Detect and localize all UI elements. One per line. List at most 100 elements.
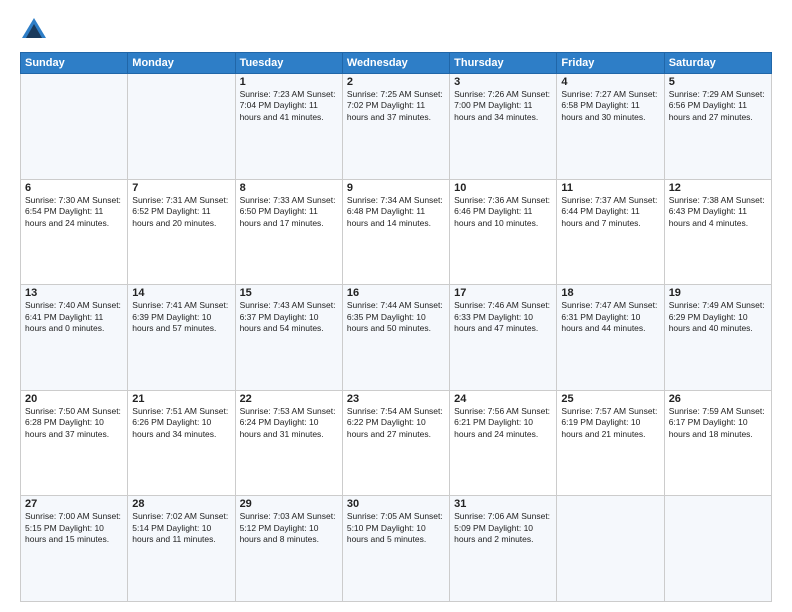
day-number: 10 <box>454 182 552 194</box>
day-number: 22 <box>240 393 338 405</box>
day-info: Sunrise: 7:02 AM Sunset: 5:14 PM Dayligh… <box>132 511 230 545</box>
day-number: 25 <box>561 393 659 405</box>
day-cell: 29Sunrise: 7:03 AM Sunset: 5:12 PM Dayli… <box>235 496 342 602</box>
day-number: 14 <box>132 287 230 299</box>
day-number: 26 <box>669 393 767 405</box>
day-cell: 21Sunrise: 7:51 AM Sunset: 6:26 PM Dayli… <box>128 390 235 496</box>
day-info: Sunrise: 7:38 AM Sunset: 6:43 PM Dayligh… <box>669 195 767 229</box>
day-info: Sunrise: 7:47 AM Sunset: 6:31 PM Dayligh… <box>561 300 659 334</box>
week-row-5: 27Sunrise: 7:00 AM Sunset: 5:15 PM Dayli… <box>21 496 772 602</box>
day-number: 18 <box>561 287 659 299</box>
day-info: Sunrise: 7:59 AM Sunset: 6:17 PM Dayligh… <box>669 406 767 440</box>
day-header-wednesday: Wednesday <box>342 53 449 74</box>
day-cell: 16Sunrise: 7:44 AM Sunset: 6:35 PM Dayli… <box>342 285 449 391</box>
day-cell: 22Sunrise: 7:53 AM Sunset: 6:24 PM Dayli… <box>235 390 342 496</box>
header <box>20 16 772 44</box>
day-cell: 15Sunrise: 7:43 AM Sunset: 6:37 PM Dayli… <box>235 285 342 391</box>
day-number: 15 <box>240 287 338 299</box>
day-header-saturday: Saturday <box>664 53 771 74</box>
day-cell: 12Sunrise: 7:38 AM Sunset: 6:43 PM Dayli… <box>664 179 771 285</box>
week-row-2: 6Sunrise: 7:30 AM Sunset: 6:54 PM Daylig… <box>21 179 772 285</box>
day-cell: 7Sunrise: 7:31 AM Sunset: 6:52 PM Daylig… <box>128 179 235 285</box>
day-cell: 8Sunrise: 7:33 AM Sunset: 6:50 PM Daylig… <box>235 179 342 285</box>
day-cell <box>21 74 128 180</box>
day-info: Sunrise: 7:34 AM Sunset: 6:48 PM Dayligh… <box>347 195 445 229</box>
day-cell: 1Sunrise: 7:23 AM Sunset: 7:04 PM Daylig… <box>235 74 342 180</box>
day-cell: 2Sunrise: 7:25 AM Sunset: 7:02 PM Daylig… <box>342 74 449 180</box>
day-info: Sunrise: 7:49 AM Sunset: 6:29 PM Dayligh… <box>669 300 767 334</box>
day-cell <box>557 496 664 602</box>
day-cell: 24Sunrise: 7:56 AM Sunset: 6:21 PM Dayli… <box>450 390 557 496</box>
day-cell: 6Sunrise: 7:30 AM Sunset: 6:54 PM Daylig… <box>21 179 128 285</box>
day-info: Sunrise: 7:46 AM Sunset: 6:33 PM Dayligh… <box>454 300 552 334</box>
day-info: Sunrise: 7:54 AM Sunset: 6:22 PM Dayligh… <box>347 406 445 440</box>
day-number: 1 <box>240 76 338 88</box>
day-number: 19 <box>669 287 767 299</box>
day-number: 28 <box>132 498 230 510</box>
day-info: Sunrise: 7:00 AM Sunset: 5:15 PM Dayligh… <box>25 511 123 545</box>
day-info: Sunrise: 7:53 AM Sunset: 6:24 PM Dayligh… <box>240 406 338 440</box>
logo-icon <box>20 16 48 44</box>
day-header-tuesday: Tuesday <box>235 53 342 74</box>
day-number: 3 <box>454 76 552 88</box>
calendar-header-row: SundayMondayTuesdayWednesdayThursdayFrid… <box>21 53 772 74</box>
day-info: Sunrise: 7:57 AM Sunset: 6:19 PM Dayligh… <box>561 406 659 440</box>
day-number: 8 <box>240 182 338 194</box>
day-header-monday: Monday <box>128 53 235 74</box>
day-info: Sunrise: 7:56 AM Sunset: 6:21 PM Dayligh… <box>454 406 552 440</box>
day-cell: 31Sunrise: 7:06 AM Sunset: 5:09 PM Dayli… <box>450 496 557 602</box>
day-cell: 19Sunrise: 7:49 AM Sunset: 6:29 PM Dayli… <box>664 285 771 391</box>
day-number: 5 <box>669 76 767 88</box>
week-row-4: 20Sunrise: 7:50 AM Sunset: 6:28 PM Dayli… <box>21 390 772 496</box>
day-number: 31 <box>454 498 552 510</box>
day-number: 6 <box>25 182 123 194</box>
day-number: 29 <box>240 498 338 510</box>
day-info: Sunrise: 7:33 AM Sunset: 6:50 PM Dayligh… <box>240 195 338 229</box>
day-header-thursday: Thursday <box>450 53 557 74</box>
day-info: Sunrise: 7:29 AM Sunset: 6:56 PM Dayligh… <box>669 89 767 123</box>
day-header-friday: Friday <box>557 53 664 74</box>
day-info: Sunrise: 7:41 AM Sunset: 6:39 PM Dayligh… <box>132 300 230 334</box>
day-number: 30 <box>347 498 445 510</box>
day-number: 13 <box>25 287 123 299</box>
day-number: 12 <box>669 182 767 194</box>
logo <box>20 16 48 44</box>
day-cell: 17Sunrise: 7:46 AM Sunset: 6:33 PM Dayli… <box>450 285 557 391</box>
day-info: Sunrise: 7:27 AM Sunset: 6:58 PM Dayligh… <box>561 89 659 123</box>
day-number: 4 <box>561 76 659 88</box>
day-info: Sunrise: 7:30 AM Sunset: 6:54 PM Dayligh… <box>25 195 123 229</box>
day-cell: 20Sunrise: 7:50 AM Sunset: 6:28 PM Dayli… <box>21 390 128 496</box>
day-info: Sunrise: 7:25 AM Sunset: 7:02 PM Dayligh… <box>347 89 445 123</box>
day-cell: 9Sunrise: 7:34 AM Sunset: 6:48 PM Daylig… <box>342 179 449 285</box>
day-cell <box>128 74 235 180</box>
day-info: Sunrise: 7:06 AM Sunset: 5:09 PM Dayligh… <box>454 511 552 545</box>
day-number: 17 <box>454 287 552 299</box>
day-number: 9 <box>347 182 445 194</box>
day-info: Sunrise: 7:40 AM Sunset: 6:41 PM Dayligh… <box>25 300 123 334</box>
day-info: Sunrise: 7:43 AM Sunset: 6:37 PM Dayligh… <box>240 300 338 334</box>
day-number: 7 <box>132 182 230 194</box>
week-row-3: 13Sunrise: 7:40 AM Sunset: 6:41 PM Dayli… <box>21 285 772 391</box>
day-cell: 5Sunrise: 7:29 AM Sunset: 6:56 PM Daylig… <box>664 74 771 180</box>
day-number: 2 <box>347 76 445 88</box>
day-info: Sunrise: 7:50 AM Sunset: 6:28 PM Dayligh… <box>25 406 123 440</box>
week-row-1: 1Sunrise: 7:23 AM Sunset: 7:04 PM Daylig… <box>21 74 772 180</box>
day-info: Sunrise: 7:05 AM Sunset: 5:10 PM Dayligh… <box>347 511 445 545</box>
day-cell: 28Sunrise: 7:02 AM Sunset: 5:14 PM Dayli… <box>128 496 235 602</box>
day-info: Sunrise: 7:36 AM Sunset: 6:46 PM Dayligh… <box>454 195 552 229</box>
day-cell <box>664 496 771 602</box>
day-cell: 3Sunrise: 7:26 AM Sunset: 7:00 PM Daylig… <box>450 74 557 180</box>
day-cell: 27Sunrise: 7:00 AM Sunset: 5:15 PM Dayli… <box>21 496 128 602</box>
day-number: 24 <box>454 393 552 405</box>
day-number: 20 <box>25 393 123 405</box>
day-cell: 14Sunrise: 7:41 AM Sunset: 6:39 PM Dayli… <box>128 285 235 391</box>
day-header-sunday: Sunday <box>21 53 128 74</box>
calendar-page: SundayMondayTuesdayWednesdayThursdayFrid… <box>0 0 792 612</box>
day-cell: 11Sunrise: 7:37 AM Sunset: 6:44 PM Dayli… <box>557 179 664 285</box>
day-number: 11 <box>561 182 659 194</box>
day-cell: 4Sunrise: 7:27 AM Sunset: 6:58 PM Daylig… <box>557 74 664 180</box>
day-info: Sunrise: 7:26 AM Sunset: 7:00 PM Dayligh… <box>454 89 552 123</box>
day-info: Sunrise: 7:23 AM Sunset: 7:04 PM Dayligh… <box>240 89 338 123</box>
calendar-table: SundayMondayTuesdayWednesdayThursdayFrid… <box>20 52 772 602</box>
day-cell: 23Sunrise: 7:54 AM Sunset: 6:22 PM Dayli… <box>342 390 449 496</box>
